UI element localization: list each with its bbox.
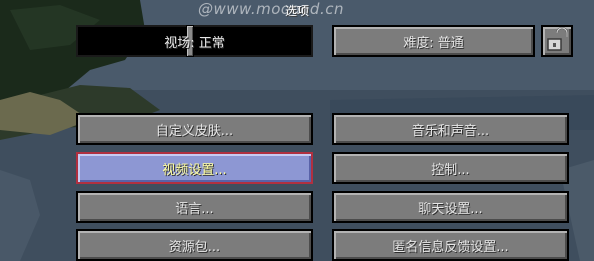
fov-slider-label: 视场: 正常: [164, 35, 225, 51]
video-settings-label: 视频设置...: [162, 162, 227, 178]
language-label: 语言...: [175, 201, 214, 217]
difficulty-button-label: 难度: 普通: [403, 35, 464, 51]
resource-packs-label: 资源包...: [168, 239, 221, 255]
controls-label: 控制...: [431, 162, 470, 178]
lock-icon: [547, 27, 568, 51]
controls-button[interactable]: 控制...: [332, 152, 569, 184]
skin-customization-label: 自定义皮肤...: [155, 123, 234, 139]
video-settings-button[interactable]: 视频设置...: [76, 152, 313, 184]
music-sound-label: 音乐和声音...: [411, 123, 490, 139]
fov-slider[interactable]: 视场: 正常: [76, 25, 313, 57]
screen-title: 选项: [284, 4, 309, 18]
difficulty-button[interactable]: 难度: 普通: [332, 25, 535, 57]
resource-packs-button[interactable]: 资源包...: [76, 229, 313, 261]
language-button[interactable]: 语言...: [76, 191, 313, 223]
chat-settings-label: 聊天设置...: [418, 201, 483, 217]
snooper-settings-button[interactable]: 匿名信息反馈设置...: [332, 229, 569, 261]
snooper-settings-label: 匿名信息反馈设置...: [392, 239, 509, 255]
skin-customization-button[interactable]: 自定义皮肤...: [76, 113, 313, 145]
music-sound-button[interactable]: 音乐和声音...: [332, 113, 569, 145]
chat-settings-button[interactable]: 聊天设置...: [332, 191, 569, 223]
lock-difficulty-button[interactable]: [541, 25, 573, 57]
